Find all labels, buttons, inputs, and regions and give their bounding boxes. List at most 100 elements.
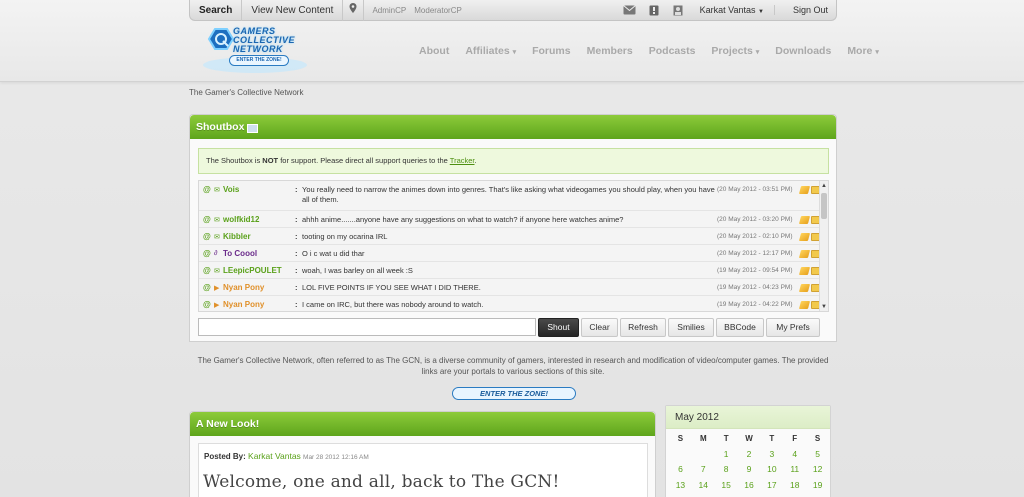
calendar-day[interactable]: 14	[692, 478, 715, 494]
shout-timestamp: (19 May 2012 - 09:54 PM)	[717, 267, 793, 274]
site-logo[interactable]: GAMERS COLLECTIVE NETWORK ENTER THE ZONE…	[199, 25, 311, 77]
mention-button[interactable]: @	[203, 185, 211, 194]
shout-username[interactable]: Kibbler	[223, 232, 251, 241]
edit-icon[interactable]	[798, 216, 811, 224]
tracker-link[interactable]: Tracker	[450, 156, 475, 165]
mention-button[interactable]: @	[203, 215, 211, 224]
bbcode-button[interactable]: BBCode	[716, 318, 764, 337]
refresh-button[interactable]: Refresh	[620, 318, 666, 337]
nav-projects[interactable]: Projects ▾	[711, 45, 759, 57]
calendar-day[interactable]: 9	[738, 462, 761, 478]
admincp-link[interactable]: AdminCP	[364, 0, 410, 21]
view-new-content-link[interactable]: View New Content	[242, 0, 344, 21]
calendar-day[interactable]: 12	[806, 462, 829, 478]
sign-out-link[interactable]: Sign Out	[775, 5, 836, 15]
mention-button[interactable]: @	[203, 266, 211, 275]
location-icon[interactable]	[343, 0, 365, 21]
edit-icon[interactable]	[798, 250, 811, 258]
edit-icon[interactable]	[798, 186, 811, 194]
calendar-day[interactable]: 25	[783, 493, 806, 497]
calendar-day[interactable]: 15	[715, 478, 738, 494]
shout-username[interactable]: Nyan Pony	[223, 283, 264, 292]
my-prefs-button[interactable]: My Prefs	[766, 318, 820, 337]
nav-members[interactable]: Members	[587, 45, 633, 57]
calendar-day[interactable]: 16	[738, 478, 761, 494]
calendar-day[interactable]: 1	[715, 447, 738, 463]
calendar-day[interactable]: 17	[760, 478, 783, 494]
shout-scrollbar[interactable]: ▲ ▼	[819, 181, 828, 311]
user-status-icon: ▶	[214, 285, 220, 292]
separator: :	[295, 249, 298, 258]
notifications-icon[interactable]	[642, 0, 666, 21]
user-menu[interactable]: Karkat Vantas ▼	[690, 5, 775, 15]
shout-username[interactable]: Nyan Pony	[223, 300, 264, 309]
shout-actions	[798, 186, 821, 194]
shout-button[interactable]: Shout	[538, 318, 579, 337]
separator: :	[295, 283, 298, 292]
mention-button[interactable]: @	[203, 232, 211, 241]
calendar-day[interactable]: 11	[783, 462, 806, 478]
calendar-month[interactable]: May 2012	[666, 406, 830, 429]
scroll-thumb[interactable]	[821, 193, 827, 219]
calendar-day[interactable]: 4	[783, 447, 806, 463]
mention-button[interactable]: @	[203, 300, 211, 309]
calendar-day[interactable]: 6	[669, 462, 692, 478]
mention-button[interactable]: @	[203, 249, 211, 258]
clear-button[interactable]: Clear	[581, 318, 618, 337]
nav-more[interactable]: More ▾	[847, 45, 879, 57]
calendar-day[interactable]: 5	[806, 447, 829, 463]
calendar-day[interactable]: 24	[760, 493, 783, 497]
shout-row: @ ∂ To Coool: O i c wat u did thar (20 May 2…	[199, 245, 821, 262]
news-article: A New Look! Posted By: Karkat Vantas Mar…	[189, 411, 656, 497]
shout-row: @ ✉ Vois: You really need to narrow the ani…	[199, 181, 821, 211]
article-title[interactable]: A New Look!	[196, 412, 259, 436]
edit-icon[interactable]	[798, 301, 811, 309]
calendar-day[interactable]: 26	[806, 493, 829, 497]
calendar-day[interactable]: 2	[738, 447, 761, 463]
calendar-day[interactable]: 18	[783, 478, 806, 494]
edit-icon[interactable]	[798, 233, 811, 241]
calendar-day	[692, 447, 715, 463]
author-link[interactable]: Karkat Vantas	[248, 451, 301, 461]
separator: :	[295, 266, 298, 275]
shout-username[interactable]: To Coool	[223, 249, 257, 258]
calendar-day[interactable]: 20	[669, 493, 692, 497]
nav-about[interactable]: About	[419, 45, 449, 57]
shout-actions	[798, 301, 821, 309]
shout-username[interactable]: wolfkid12	[223, 215, 259, 224]
calendar-day[interactable]: 7	[692, 462, 715, 478]
calendar-day-header: T	[769, 434, 775, 443]
nav-forums[interactable]: Forums	[532, 45, 571, 57]
calendar-day[interactable]: 13	[669, 478, 692, 494]
nav-downloads[interactable]: Downloads	[775, 45, 831, 57]
edit-icon[interactable]	[798, 267, 811, 275]
shout-input[interactable]	[198, 318, 536, 336]
calendar-day[interactable]: 23	[738, 493, 761, 497]
calendar-day[interactable]: 22	[715, 493, 738, 497]
calendar-day[interactable]: 8	[715, 462, 738, 478]
moderatorcp-link[interactable]: ModeratorCP	[410, 0, 466, 21]
logo-tagline: ENTER THE ZONE!	[229, 55, 289, 66]
shout-message: LOL FIVE POINTS IF YOU SEE WHAT I DID TH…	[302, 283, 481, 292]
mention-button[interactable]: @	[203, 283, 211, 292]
user-avatar-icon[interactable]	[666, 0, 690, 21]
shout-username[interactable]: Vois	[223, 185, 239, 194]
nav-affiliates[interactable]: Affiliates ▾	[465, 45, 516, 57]
calendar-day[interactable]: 19	[806, 478, 829, 494]
search-button[interactable]: Search	[190, 0, 243, 21]
calendar-day[interactable]: 10	[760, 462, 783, 478]
chevron-down-icon: ▾	[755, 49, 760, 56]
nav-podcasts[interactable]: Podcasts	[649, 45, 696, 57]
shout-username[interactable]: LEepicPOULET	[223, 266, 282, 275]
calendar-day[interactable]: 3	[760, 447, 783, 463]
popout-icon[interactable]	[247, 123, 259, 133]
enter-the-zone-banner[interactable]: ENTER THE ZONE!	[452, 387, 576, 400]
calendar-grid: SMTWTFS123456789101112131415161718192021…	[669, 431, 829, 497]
breadcrumb[interactable]: The Gamer's Collective Network	[189, 88, 303, 97]
shout-message: ahhh anime.......anyone have any suggest…	[302, 215, 624, 224]
chevron-down-icon: ▾	[875, 49, 879, 56]
smilies-button[interactable]: Smilies	[668, 318, 714, 337]
inbox-icon[interactable]	[618, 0, 642, 21]
calendar-day[interactable]: 21	[692, 493, 715, 497]
edit-icon[interactable]	[798, 284, 811, 292]
